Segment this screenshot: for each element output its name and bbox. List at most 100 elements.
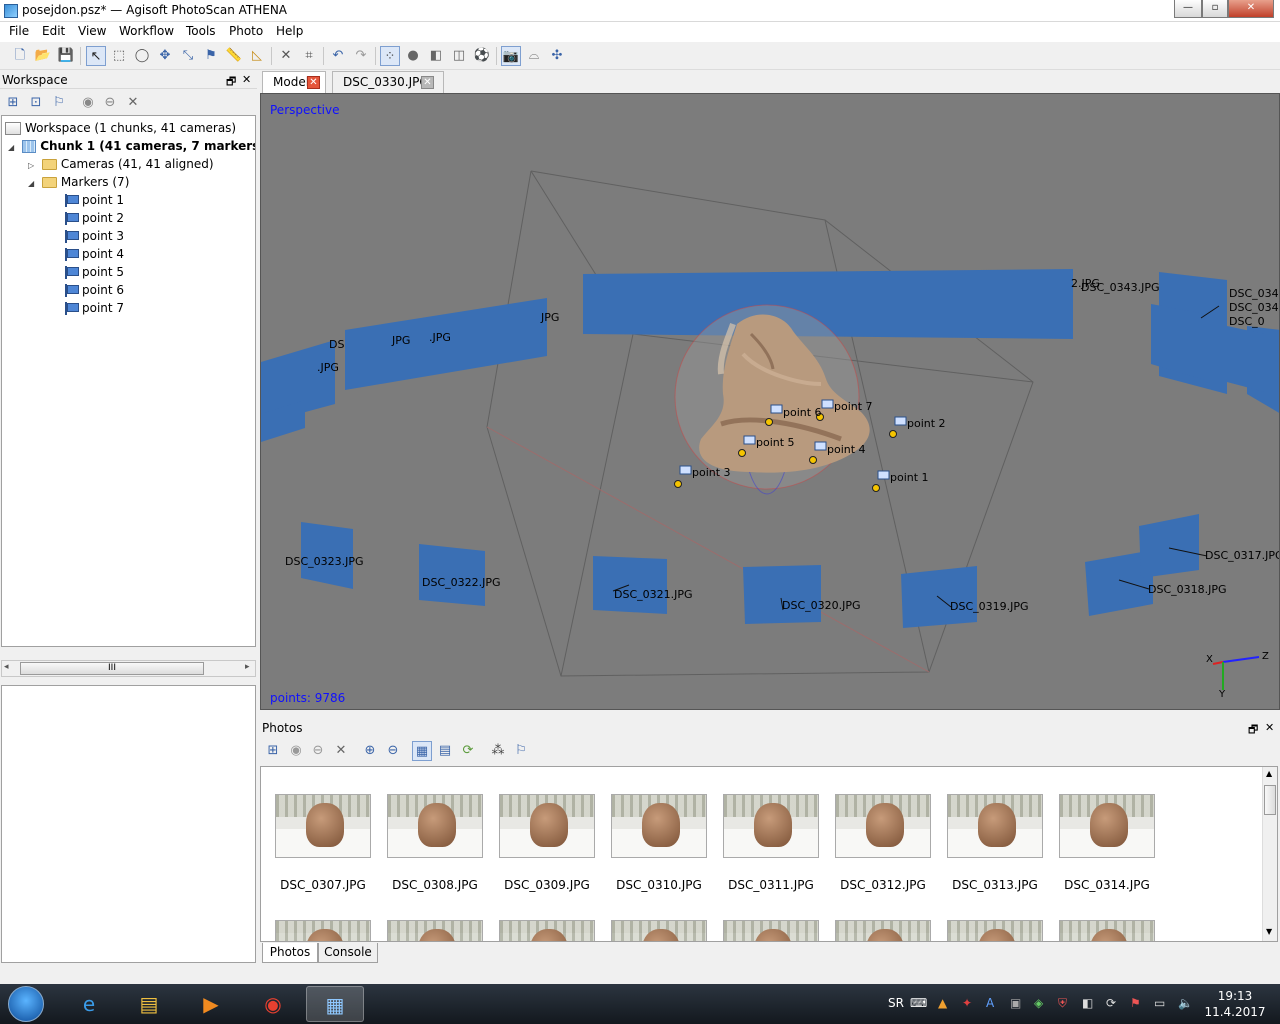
- thumbnail-view-icon[interactable]: ▦: [412, 741, 432, 761]
- maximize-button[interactable]: ▫: [1202, 0, 1228, 18]
- menu-view[interactable]: View: [78, 24, 106, 38]
- undock-icon[interactable]: 🗗: [226, 73, 236, 92]
- nvidia-icon[interactable]: ◈: [1034, 996, 1043, 1010]
- add-chunk-icon[interactable]: ⊞: [3, 93, 23, 113]
- ruler-icon[interactable]: 📏: [224, 46, 244, 66]
- menu-edit[interactable]: Edit: [42, 24, 65, 38]
- move-region-icon[interactable]: ✥: [155, 46, 175, 66]
- photo-thumbnail[interactable]: [275, 920, 371, 941]
- photo-thumbnail[interactable]: [499, 920, 595, 941]
- model-shaded-icon[interactable]: ◧: [426, 46, 446, 66]
- model-wireframe-icon[interactable]: ◫: [449, 46, 469, 66]
- add-marker-icon[interactable]: ⚐: [49, 93, 69, 113]
- tree-marker[interactable]: point 7: [64, 299, 124, 317]
- keyboard-icon[interactable]: ⌨: [910, 996, 927, 1010]
- tab-photos[interactable]: Photos: [262, 943, 318, 963]
- triangle-icon[interactable]: ◺: [247, 46, 267, 66]
- save-icon[interactable]: 💾: [56, 46, 76, 66]
- photos-vscrollbar[interactable]: ▲ ▼: [1262, 767, 1277, 941]
- file-explorer-icon[interactable]: ▤: [120, 986, 178, 1022]
- photo-thumbnail[interactable]: [1059, 920, 1155, 941]
- sync-icon[interactable]: ⟳: [1106, 996, 1116, 1010]
- disable-icon[interactable]: ⊖: [100, 93, 120, 113]
- remove-item-icon[interactable]: ✕: [123, 93, 143, 113]
- chrome-icon[interactable]: ◉: [244, 986, 302, 1022]
- remove-icon[interactable]: ✕: [331, 741, 351, 761]
- menu-workflow[interactable]: Workflow: [119, 24, 174, 38]
- system-clock[interactable]: 19:13 11.4.2017: [1200, 988, 1270, 1020]
- menu-tools[interactable]: Tools: [186, 24, 216, 38]
- rotate-region-icon[interactable]: ⚑: [201, 46, 221, 66]
- minimize-button[interactable]: —: [1174, 0, 1202, 18]
- photo-thumbnail[interactable]: [387, 794, 483, 858]
- photo-thumbnail[interactable]: [611, 920, 707, 941]
- new-file-icon[interactable]: 🗋: [10, 46, 30, 66]
- tab-model[interactable]: Model ✕: [262, 71, 326, 93]
- media-player-icon[interactable]: ▶: [182, 986, 240, 1022]
- undock-icon[interactable]: 🗗: [1248, 721, 1258, 740]
- photo-thumbnail[interactable]: [835, 794, 931, 858]
- menu-photo[interactable]: Photo: [229, 24, 263, 38]
- reset-filter-icon[interactable]: ⟳: [458, 741, 478, 761]
- filter-by-markers-icon[interactable]: ⁂: [488, 741, 508, 761]
- tab-console[interactable]: Console: [318, 943, 378, 963]
- tree-marker[interactable]: point 4: [64, 245, 124, 263]
- close-button[interactable]: ✕: [1228, 0, 1274, 18]
- close-tab-icon[interactable]: ✕: [307, 76, 320, 89]
- tree-marker[interactable]: point 2: [64, 209, 124, 227]
- scene-canvas[interactable]: [261, 94, 1280, 710]
- details-view-icon[interactable]: ▤: [435, 741, 455, 761]
- scroll-left-icon[interactable]: ◂: [4, 662, 9, 672]
- tray-app-icon[interactable]: ▲: [938, 996, 947, 1010]
- navigation-pointer-icon[interactable]: ↖: [86, 46, 106, 66]
- language-indicator[interactable]: SR: [888, 996, 904, 1010]
- crop-selection-icon[interactable]: ⌗: [299, 46, 319, 66]
- photo-thumbnail[interactable]: [947, 794, 1043, 858]
- disable-icon[interactable]: ⊖: [308, 741, 328, 761]
- action-center-icon[interactable]: ⚑: [1130, 996, 1141, 1010]
- scroll-right-icon[interactable]: ▸: [245, 662, 250, 672]
- tab-photo[interactable]: DSC_0330.JPG ✕: [332, 71, 444, 93]
- collapse-icon[interactable]: ◢: [28, 175, 38, 193]
- scroll-thumb[interactable]: [1264, 785, 1276, 815]
- volume-icon[interactable]: 🔈: [1178, 996, 1193, 1010]
- add-photos-icon[interactable]: ⊞: [263, 741, 283, 761]
- photo-thumbnail[interactable]: [1059, 794, 1155, 858]
- model-textured-icon[interactable]: ⚽: [472, 46, 492, 66]
- open-folder-icon[interactable]: 📂: [33, 46, 53, 66]
- enable-icon[interactable]: ◉: [286, 741, 306, 761]
- zoom-out-icon[interactable]: ⊖: [383, 741, 403, 761]
- tree-cameras[interactable]: ▷ Cameras (41, 41 aligned): [28, 155, 214, 173]
- close-panel-icon[interactable]: ✕: [242, 73, 251, 86]
- rectangle-selection-icon[interactable]: ⬚: [109, 46, 129, 66]
- enable-icon[interactable]: ◉: [78, 93, 98, 113]
- scroll-down-icon[interactable]: ▼: [1266, 927, 1272, 936]
- photo-thumbnail[interactable]: [723, 920, 819, 941]
- scroll-up-icon[interactable]: ▲: [1266, 769, 1272, 778]
- photo-thumbnail[interactable]: [947, 920, 1043, 941]
- add-photos-icon[interactable]: ⊡: [26, 93, 46, 113]
- photo-thumbnail[interactable]: [611, 794, 707, 858]
- tray-device-icon[interactable]: ▣: [1010, 996, 1021, 1010]
- tree-marker[interactable]: point 1: [64, 191, 124, 209]
- zoom-in-icon[interactable]: ⊕: [360, 741, 380, 761]
- photo-thumbnail[interactable]: [723, 794, 819, 858]
- photo-thumbnail[interactable]: [835, 920, 931, 941]
- model-viewport[interactable]: Perspective points: 9786 DSC_0323.JPG DS…: [260, 93, 1280, 710]
- dense-cloud-icon[interactable]: ●: [403, 46, 423, 66]
- close-tab-icon[interactable]: ✕: [421, 76, 434, 89]
- photoscan-task-icon[interactable]: ▦: [306, 986, 364, 1022]
- filter-by-selection-icon[interactable]: ⚐: [511, 741, 531, 761]
- undo-icon[interactable]: ↶: [328, 46, 348, 66]
- tree-markers[interactable]: ◢ Markers (7): [28, 173, 129, 191]
- tray-a-icon[interactable]: A: [986, 996, 994, 1010]
- photo-thumbnail[interactable]: [387, 920, 483, 941]
- security-icon[interactable]: ⛨: [1058, 996, 1067, 1011]
- scroll-thumb[interactable]: III: [20, 662, 204, 675]
- menu-help[interactable]: Help: [276, 24, 303, 38]
- redo-icon[interactable]: ↷: [351, 46, 371, 66]
- resize-region-icon[interactable]: ⤡: [178, 46, 198, 66]
- tray-misc-icon[interactable]: ◧: [1082, 996, 1093, 1010]
- workspace-hscrollbar[interactable]: ◂ III ▸: [1, 660, 256, 677]
- acrobat-icon[interactable]: ✦: [962, 996, 972, 1010]
